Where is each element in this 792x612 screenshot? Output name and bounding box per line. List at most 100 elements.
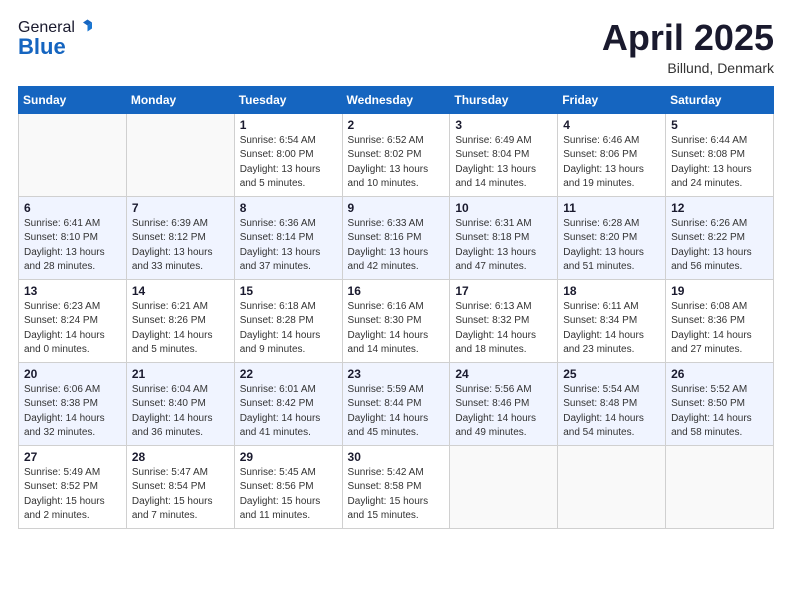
calendar-day-cell: 29Sunrise: 5:45 AMSunset: 8:56 PMDayligh… [234, 445, 342, 528]
day-info: Sunrise: 5:47 AMSunset: 8:54 PMDaylight:… [132, 466, 229, 524]
page: General Blue April 2025 Billund, Denmark… [0, 0, 792, 612]
day-number: 22 [240, 367, 337, 381]
day-info: Sunrise: 6:16 AMSunset: 8:30 PMDaylight:… [348, 300, 445, 358]
calendar-day-cell: 19 Sunrise: 6:08 AMSunset: 8:36 PMDayligh… [666, 279, 774, 362]
day-info: Sunrise: 6:39 AMSunset: 8:12 PMDaylight:… [132, 217, 229, 275]
col-thursday: Thursday [450, 86, 558, 113]
day-info: Sunrise: 6:46 AMSunset: 8:06 PMDaylight:… [563, 134, 660, 192]
day-info: Sunrise: 6:08 AMSunset: 8:36 PMDaylight:… [671, 300, 768, 358]
day-number: 18 [563, 284, 660, 298]
calendar-day-cell [450, 445, 558, 528]
location-subtitle: Billund, Denmark [602, 60, 774, 76]
day-info: Sunrise: 6:23 AMSunset: 8:24 PMDaylight:… [24, 300, 121, 358]
col-monday: Monday [126, 86, 234, 113]
day-info: Sunrise: 6:36 AMSunset: 8:14 PMDaylight:… [240, 217, 337, 275]
day-number: 26 [671, 367, 768, 381]
calendar-week-row: 6Sunrise: 6:41 AMSunset: 8:10 PMDaylight… [19, 196, 774, 279]
calendar-week-row: 1 Sunrise: 6:54 AMSunset: 8:00 PMDaylight… [19, 113, 774, 196]
calendar-day-cell: 17Sunrise: 6:13 AMSunset: 8:32 PMDayligh… [450, 279, 558, 362]
day-info: Sunrise: 5:56 AMSunset: 8:46 PMDaylight:… [455, 383, 552, 441]
calendar-day-cell: 10Sunrise: 6:31 AMSunset: 8:18 PMDayligh… [450, 196, 558, 279]
day-number: 8 [240, 201, 337, 215]
day-number: 19 [671, 284, 768, 298]
calendar-day-cell: 2Sunrise: 6:52 AMSunset: 8:02 PMDaylight… [342, 113, 450, 196]
day-number: 10 [455, 201, 552, 215]
day-info: Sunrise: 6:18 AMSunset: 8:28 PMDaylight:… [240, 300, 337, 358]
day-number: 14 [132, 284, 229, 298]
day-info: Sunrise: 6:21 AMSunset: 8:26 PMDaylight:… [132, 300, 229, 358]
col-wednesday: Wednesday [342, 86, 450, 113]
day-number: 16 [348, 284, 445, 298]
day-info: Sunrise: 5:59 AMSunset: 8:44 PMDaylight:… [348, 383, 445, 441]
calendar-day-cell: 23 Sunrise: 5:59 AMSunset: 8:44 PMDayligh… [342, 362, 450, 445]
calendar-day-cell: 12Sunrise: 6:26 AMSunset: 8:22 PMDayligh… [666, 196, 774, 279]
calendar-day-cell: 20Sunrise: 6:06 AMSunset: 8:38 PMDayligh… [19, 362, 127, 445]
calendar-day-cell: 18Sunrise: 6:11 AMSunset: 8:34 PMDayligh… [558, 279, 666, 362]
day-number: 13 [24, 284, 121, 298]
calendar-header-row: Sunday Monday Tuesday Wednesday Thursday… [19, 86, 774, 113]
day-number: 4 [563, 118, 660, 132]
day-number: 2 [348, 118, 445, 132]
calendar-day-cell: 16 Sunrise: 6:16 AMSunset: 8:30 PMDayligh… [342, 279, 450, 362]
day-number: 9 [348, 201, 445, 215]
day-info: Sunrise: 6:54 AMSunset: 8:00 PMDaylight:… [240, 134, 337, 192]
calendar-week-row: 13 Sunrise: 6:23 AMSunset: 8:24 PMDayligh… [19, 279, 774, 362]
day-info: Sunrise: 5:52 AMSunset: 8:50 PMDaylight:… [671, 383, 768, 441]
day-number: 15 [240, 284, 337, 298]
calendar-week-row: 20Sunrise: 6:06 AMSunset: 8:38 PMDayligh… [19, 362, 774, 445]
day-info: Sunrise: 5:42 AMSunset: 8:58 PMDaylight:… [348, 466, 445, 524]
col-saturday: Saturday [666, 86, 774, 113]
calendar-day-cell: 28 Sunrise: 5:47 AMSunset: 8:54 PMDayligh… [126, 445, 234, 528]
calendar-day-cell: 24 Sunrise: 5:56 AMSunset: 8:46 PMDayligh… [450, 362, 558, 445]
calendar-day-cell: 7 Sunrise: 6:39 AMSunset: 8:12 PMDaylight… [126, 196, 234, 279]
day-number: 24 [455, 367, 552, 381]
calendar-day-cell: 11 Sunrise: 6:28 AMSunset: 8:20 PMDayligh… [558, 196, 666, 279]
calendar-day-cell: 30 Sunrise: 5:42 AMSunset: 8:58 PMDayligh… [342, 445, 450, 528]
logo-icon [77, 18, 95, 36]
calendar-day-cell: 13 Sunrise: 6:23 AMSunset: 8:24 PMDayligh… [19, 279, 127, 362]
day-number: 12 [671, 201, 768, 215]
calendar-day-cell: 6Sunrise: 6:41 AMSunset: 8:10 PMDaylight… [19, 196, 127, 279]
calendar-day-cell: 27Sunrise: 5:49 AMSunset: 8:52 PMDayligh… [19, 445, 127, 528]
day-info: Sunrise: 6:41 AMSunset: 8:10 PMDaylight:… [24, 217, 121, 275]
day-info: Sunrise: 6:28 AMSunset: 8:20 PMDaylight:… [563, 217, 660, 275]
day-info: Sunrise: 6:33 AMSunset: 8:16 PMDaylight:… [348, 217, 445, 275]
calendar-table: Sunday Monday Tuesday Wednesday Thursday… [18, 86, 774, 529]
calendar-day-cell [666, 445, 774, 528]
day-number: 1 [240, 118, 337, 132]
day-info: Sunrise: 6:01 AMSunset: 8:42 PMDaylight:… [240, 383, 337, 441]
calendar-day-cell: 21 Sunrise: 6:04 AMSunset: 8:40 PMDayligh… [126, 362, 234, 445]
calendar-day-cell: 8 Sunrise: 6:36 AMSunset: 8:14 PMDaylight… [234, 196, 342, 279]
day-number: 11 [563, 201, 660, 215]
day-number: 20 [24, 367, 121, 381]
day-number: 29 [240, 450, 337, 464]
calendar-day-cell: 5 Sunrise: 6:44 AMSunset: 8:08 PMDaylight… [666, 113, 774, 196]
logo-blue-text: Blue [18, 34, 95, 60]
calendar-day-cell: 3 Sunrise: 6:49 AMSunset: 8:04 PMDaylight… [450, 113, 558, 196]
day-number: 7 [132, 201, 229, 215]
day-number: 5 [671, 118, 768, 132]
day-number: 3 [455, 118, 552, 132]
calendar-day-cell: 15 Sunrise: 6:18 AMSunset: 8:28 PMDayligh… [234, 279, 342, 362]
day-info: Sunrise: 6:04 AMSunset: 8:40 PMDaylight:… [132, 383, 229, 441]
day-number: 28 [132, 450, 229, 464]
day-number: 21 [132, 367, 229, 381]
day-info: Sunrise: 6:49 AMSunset: 8:04 PMDaylight:… [455, 134, 552, 192]
calendar-day-cell [558, 445, 666, 528]
day-number: 23 [348, 367, 445, 381]
day-number: 25 [563, 367, 660, 381]
col-tuesday: Tuesday [234, 86, 342, 113]
day-number: 30 [348, 450, 445, 464]
col-sunday: Sunday [19, 86, 127, 113]
calendar-day-cell: 22 Sunrise: 6:01 AMSunset: 8:42 PMDayligh… [234, 362, 342, 445]
calendar-day-cell: 25Sunrise: 5:54 AMSunset: 8:48 PMDayligh… [558, 362, 666, 445]
day-number: 27 [24, 450, 121, 464]
day-info: Sunrise: 6:44 AMSunset: 8:08 PMDaylight:… [671, 134, 768, 192]
title-block: April 2025 Billund, Denmark [602, 18, 774, 76]
calendar-day-cell [19, 113, 127, 196]
header: General Blue April 2025 Billund, Denmark [18, 18, 774, 76]
calendar-week-row: 27Sunrise: 5:49 AMSunset: 8:52 PMDayligh… [19, 445, 774, 528]
month-title: April 2025 [602, 18, 774, 58]
day-info: Sunrise: 6:13 AMSunset: 8:32 PMDaylight:… [455, 300, 552, 358]
calendar-day-cell: 1 Sunrise: 6:54 AMSunset: 8:00 PMDaylight… [234, 113, 342, 196]
